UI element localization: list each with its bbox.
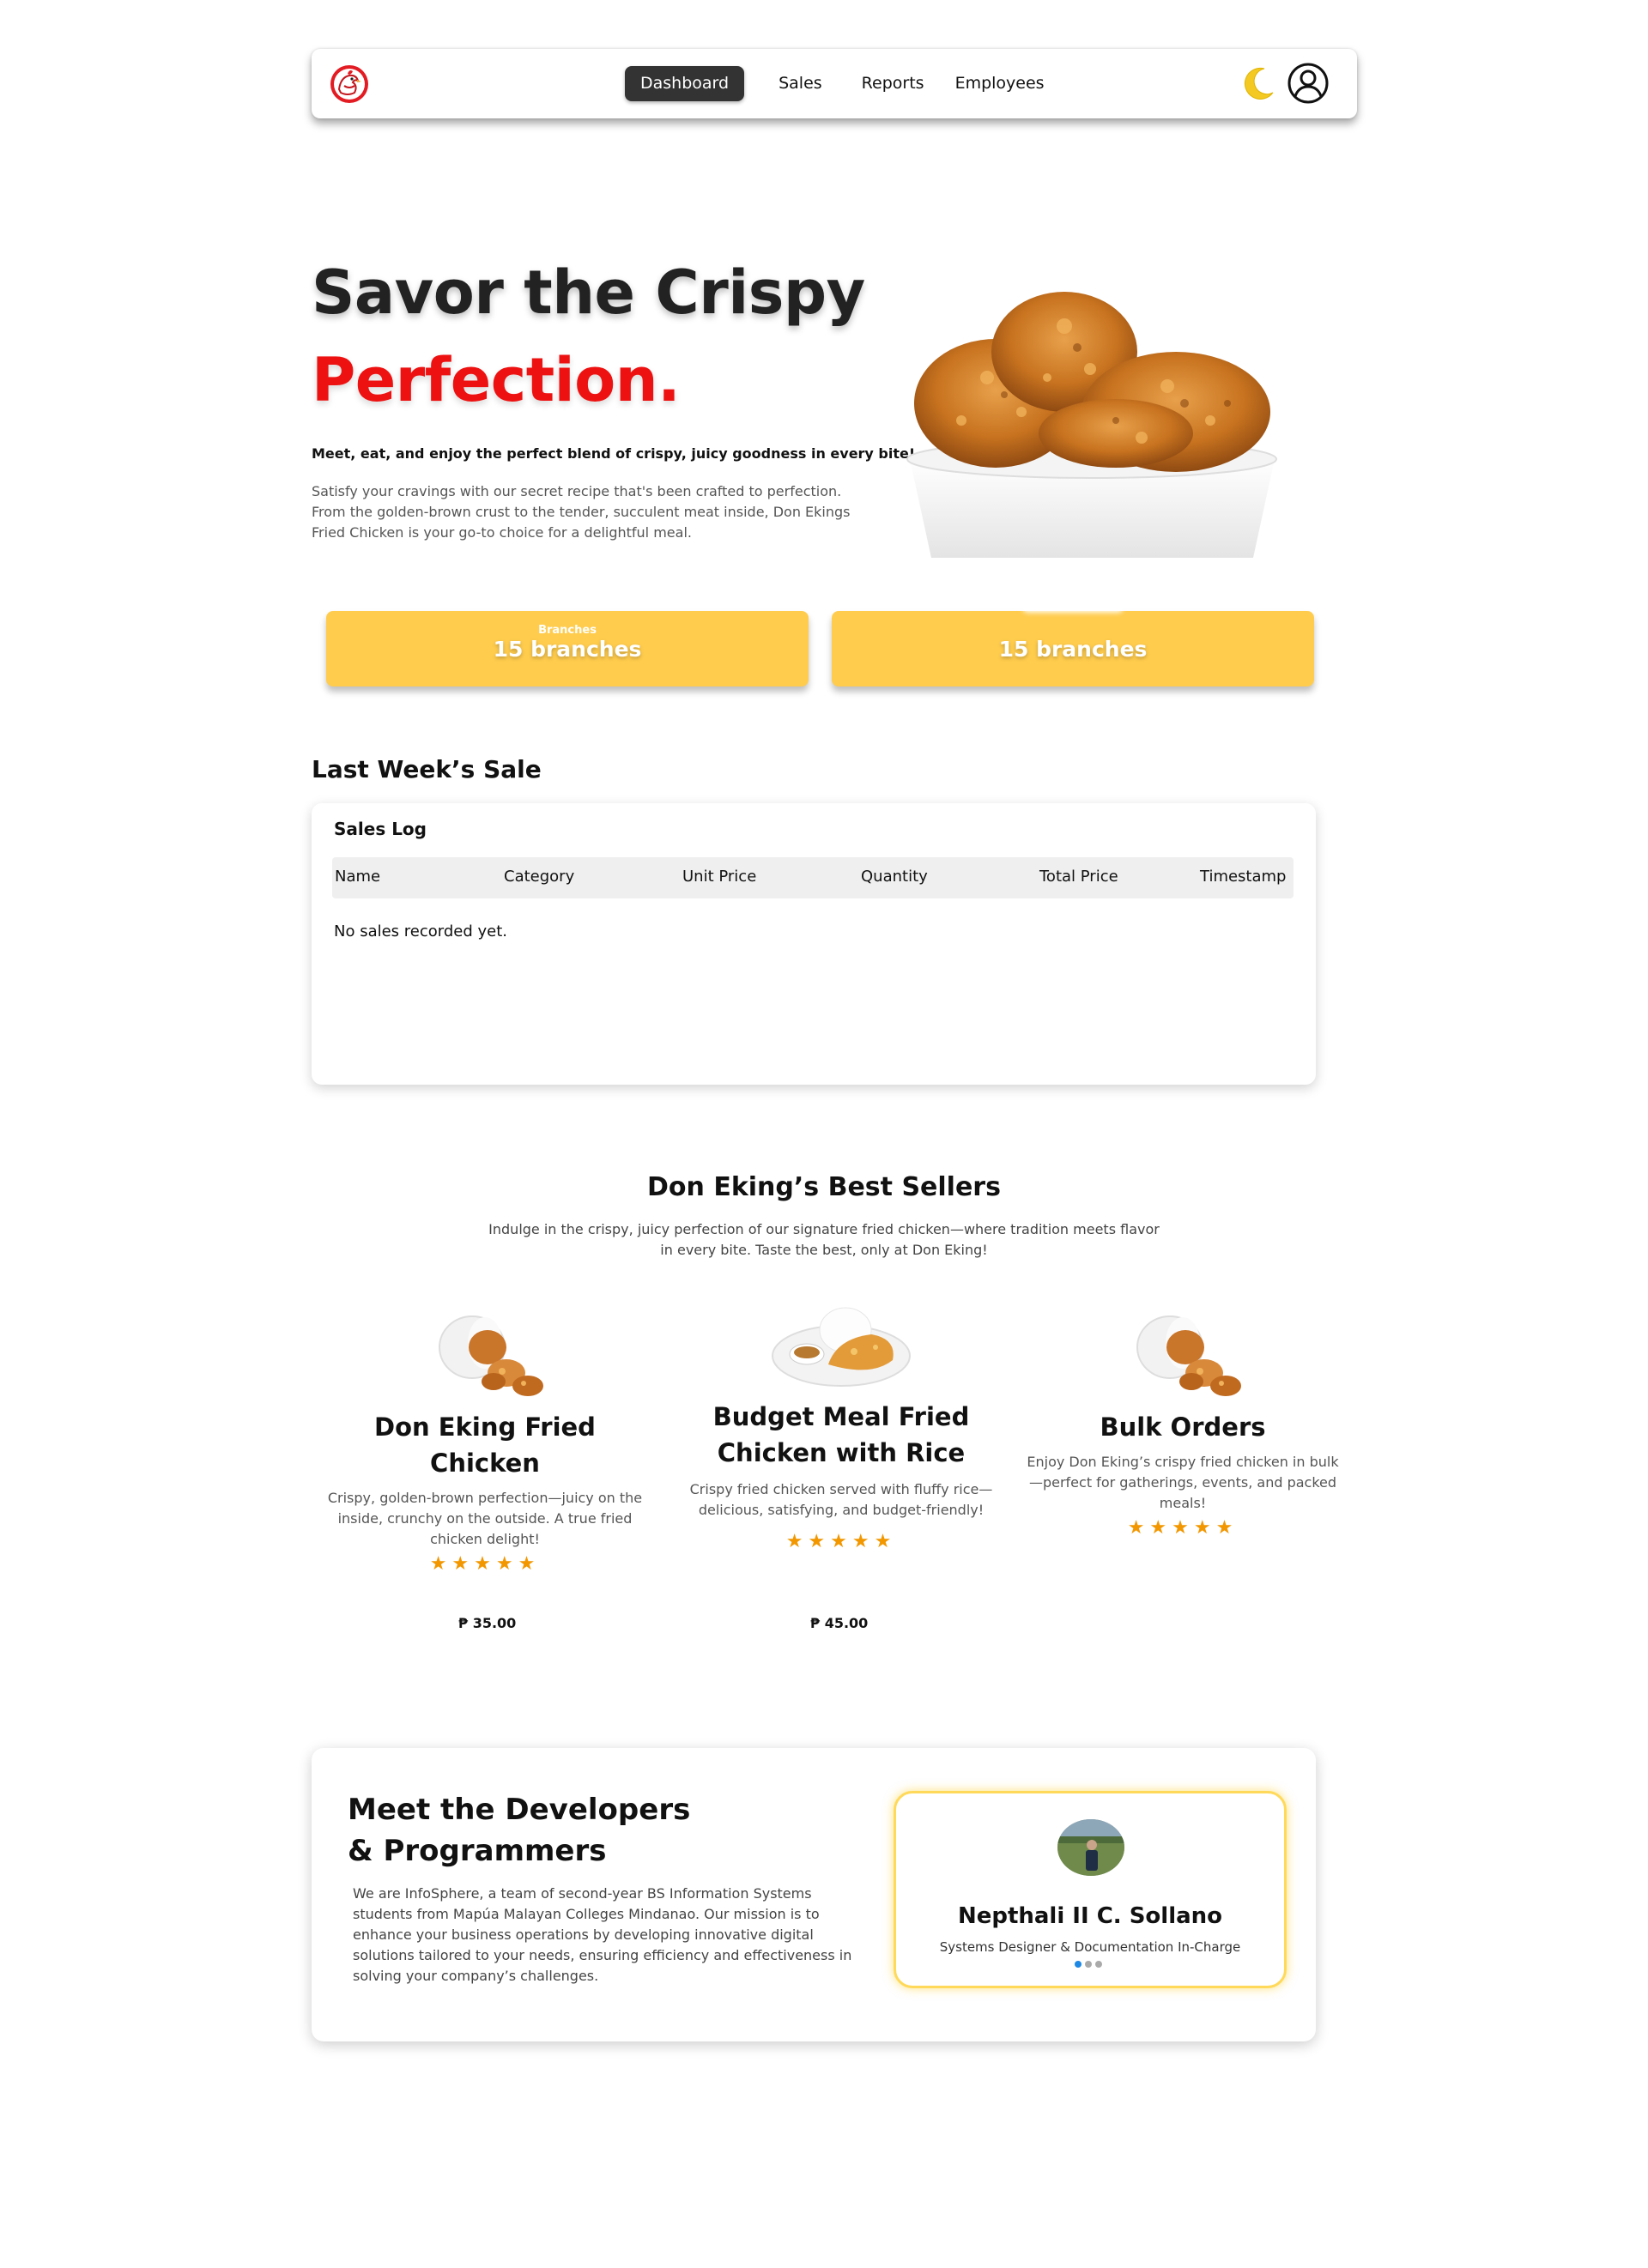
product-description: Crispy fried chicken served with fluffy … [689,1481,993,1518]
sales-table-header: Name Category Unit Price Quantity Total … [332,857,1294,898]
nav-dashboard[interactable]: Dashboard [625,66,745,101]
hero-title-highlight: Perfection. [312,345,681,415]
product-price: ₱ 45.00 [810,1615,869,1631]
product-name: Budget Meal Fried Chicken with Rice [712,1402,970,1467]
moon-icon[interactable] [1239,64,1278,103]
developers-title: Meet the Developers & Programmers [348,1793,691,1868]
rating-stars: ★★★★★ [1127,1517,1239,1539]
bulk-orders-product-image [1136,1315,1241,1396]
developer-profile-card[interactable]: Nepthali II C. Sollano Systems Designer … [894,1791,1287,1988]
best-sellers-description: Indulge in the crispy, juicy perfection … [488,1221,1160,1258]
fried-chicken-bucket-image [906,292,1277,558]
sales-log-card: Sales Log Name Category Unit Price Quant… [312,803,1316,1085]
column-unit-price[interactable]: Unit Price [682,868,756,886]
rating-stars: ★★★★★ [785,1531,897,1552]
avatar [1057,1819,1124,1876]
branches-value-secondary: 15 branches [998,637,1148,662]
branches-label: Branches [538,624,597,637]
product-card[interactable]: Budget Meal Fried Chicken with Rice Cris… [678,1304,1004,1552]
user-icon[interactable] [1287,62,1330,105]
stat-label-placeholder [1022,601,1124,613]
product-name: Don Eking Fried Chicken [374,1412,596,1478]
branches-card-secondary[interactable]: 15 branches [832,601,1314,686]
empty-sales-message: No sales recorded yet. [334,922,508,940]
fried-chicken-product-image [439,1315,543,1396]
hero-title: Savor the Crispy [312,257,865,328]
nav-sales[interactable]: Sales [763,66,838,101]
nav-employees[interactable]: Employees [940,66,1060,101]
developer-name: Nepthali II C. Sollano [957,1903,1223,1929]
carousel-dot[interactable] [1095,1961,1102,1968]
top-navbar: Dashboard Sales Reports Employees [312,49,1357,118]
carousel-indicators [1075,1961,1102,1968]
last-week-sale-title: Last Week’s Sale [312,755,542,783]
rating-stars: ★★★★★ [429,1553,541,1575]
branches-card[interactable]: Branches 15 branches [326,611,809,686]
product-price: ₱ 35.00 [458,1615,517,1631]
budget-meal-product-image [772,1307,911,1387]
carousel-dot[interactable] [1085,1961,1092,1968]
logo-icon[interactable] [329,64,370,105]
product-description: Crispy, golden-brown perfection—juicy on… [327,1490,643,1547]
column-quantity[interactable]: Quantity [861,868,928,886]
developers-description: We are InfoSphere, a team of second-year… [353,1885,852,1984]
product-card[interactable]: Bulk Orders Enjoy Don Eking’s crispy fri… [1020,1304,1346,1539]
column-timestamp[interactable]: Timestamp [1200,868,1286,886]
nav-links: Dashboard Sales Reports Employees [625,66,1060,101]
carousel-dot[interactable] [1075,1961,1082,1968]
column-name[interactable]: Name [335,868,380,886]
product-card[interactable]: Don Eking Fried Chicken Crispy, golden-b… [322,1304,648,1575]
column-category[interactable]: Category [504,868,574,886]
product-description: Enjoy Don Eking’s crispy fried chicken i… [1027,1454,1339,1511]
branches-value: 15 branches [493,637,642,662]
nav-reports[interactable]: Reports [846,66,940,101]
best-sellers-title: Don Eking’s Best Sellers [647,1172,1001,1202]
hero-tagline: Meet, eat, and enjoy the perfect blend o… [312,445,916,462]
sales-log-title: Sales Log [334,819,427,839]
developer-role: Systems Designer & Documentation In-Char… [939,1939,1241,1955]
hero-description: Satisfy your cravings with our secret re… [312,483,851,541]
column-total-price[interactable]: Total Price [1039,868,1118,886]
developers-card: Meet the Developers & Programmers We are… [312,1748,1316,2041]
product-name: Bulk Orders [1100,1412,1266,1442]
